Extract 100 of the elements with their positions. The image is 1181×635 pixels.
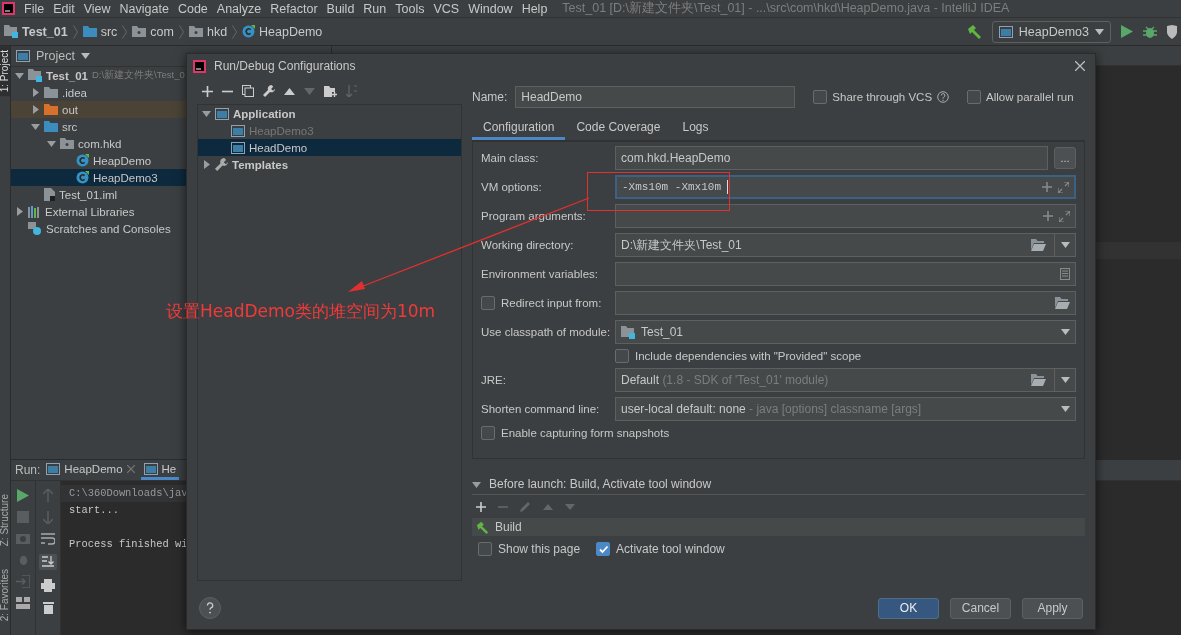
hammer-icon[interactable] bbox=[966, 24, 982, 39]
expand-arrow-icon[interactable] bbox=[31, 88, 40, 97]
input-field[interactable]: com.hkd.HeapDemo bbox=[615, 146, 1048, 170]
input-field[interactable] bbox=[615, 262, 1076, 286]
print-icon[interactable] bbox=[41, 579, 55, 592]
checkbox-label: Enable capturing form snapshots bbox=[501, 427, 670, 439]
dropdown-arrow-icon[interactable] bbox=[80, 53, 90, 59]
tree-row[interactable]: .idea bbox=[11, 84, 331, 101]
ok-button[interactable]: OK bbox=[878, 597, 939, 619]
checkbox[interactable] bbox=[596, 542, 611, 556]
dropdown-field[interactable]: Test_01 bbox=[615, 320, 1076, 344]
run-icon[interactable] bbox=[17, 489, 29, 502]
soft-wrap-icon[interactable] bbox=[41, 533, 55, 545]
folder-icon[interactable] bbox=[1031, 239, 1046, 251]
shield-icon[interactable] bbox=[1167, 24, 1177, 39]
collapse-arrow-icon[interactable] bbox=[15, 71, 24, 80]
breadcrumb[interactable]: src bbox=[82, 24, 118, 39]
menu-item[interactable]: Analyze bbox=[216, 1, 262, 16]
dropdown-field[interactable]: user-local default: none - java [options] classname [args] bbox=[615, 397, 1076, 421]
tab[interactable]: Code Coverage bbox=[565, 116, 672, 140]
trash-icon[interactable] bbox=[42, 601, 54, 614]
section-title[interactable]: Before launch: Build, Activate tool window bbox=[489, 477, 712, 491]
tree-row[interactable]: Scratches and Consoles bbox=[11, 220, 331, 237]
name-field[interactable]: HeadDemo bbox=[515, 86, 796, 108]
run-tab[interactable]: HeapDemo bbox=[43, 460, 138, 480]
expand-icon[interactable] bbox=[1059, 210, 1070, 222]
tree-row[interactable]: Test_01.iml bbox=[11, 186, 331, 203]
field-label: Environment variables: bbox=[481, 268, 599, 280]
task-row[interactable]: Build bbox=[472, 518, 1085, 536]
bug-icon[interactable] bbox=[1143, 24, 1157, 39]
copy-icon[interactable] bbox=[242, 85, 254, 97]
tree-row[interactable]: HeadDemo bbox=[198, 139, 461, 156]
folder-icon[interactable] bbox=[1055, 297, 1070, 309]
dropdown-arrow-icon[interactable] bbox=[1061, 377, 1070, 383]
annotation-text: 设置HeadDemo类的堆空间为10m bbox=[166, 300, 436, 323]
input-field[interactable]: -Xms10m -Xmx10m bbox=[615, 175, 1076, 199]
scroll-to-end-icon[interactable] bbox=[39, 554, 57, 570]
menu-item[interactable]: Tools bbox=[395, 1, 425, 16]
collapse-arrow-icon[interactable] bbox=[31, 122, 40, 131]
collapse-arrow-icon[interactable] bbox=[47, 139, 56, 148]
library-icon bbox=[28, 205, 41, 218]
breadcrumb[interactable]: hkd bbox=[188, 24, 228, 39]
dropdown-arrow-icon[interactable] bbox=[1061, 406, 1070, 412]
checkbox-label: Redirect input from: bbox=[501, 297, 602, 309]
package-icon bbox=[60, 138, 74, 149]
collapse-arrow-icon[interactable] bbox=[472, 479, 481, 489]
item-label: src bbox=[62, 120, 78, 133]
run-icon[interactable] bbox=[1121, 25, 1133, 38]
menu-item[interactable]: View bbox=[83, 1, 111, 16]
dialog-button[interactable]: Apply bbox=[1022, 597, 1083, 619]
tab[interactable]: Configuration bbox=[472, 116, 566, 140]
run-config-dropdown[interactable]: HeapDemo3 bbox=[991, 20, 1111, 43]
dropdown-arrow-icon[interactable] bbox=[1061, 242, 1070, 248]
document-icon[interactable] bbox=[1060, 268, 1070, 280]
expand-icon[interactable] bbox=[1058, 181, 1069, 193]
checkbox[interactable] bbox=[967, 90, 982, 104]
dialog-button[interactable]: Cancel bbox=[950, 597, 1011, 619]
tree-row[interactable]: External Libraries bbox=[11, 203, 331, 220]
folder-plus-icon[interactable] bbox=[324, 85, 337, 97]
dropdown-field[interactable]: D:\新建文件夹\Test_01 bbox=[615, 233, 1076, 257]
input-field[interactable] bbox=[615, 204, 1076, 228]
close-icon[interactable] bbox=[126, 464, 135, 473]
menu-item[interactable]: Refactor bbox=[270, 1, 318, 16]
checkbox[interactable] bbox=[813, 90, 828, 104]
plus-icon[interactable] bbox=[476, 501, 486, 512]
browse-button[interactable]: ... bbox=[1054, 147, 1076, 169]
layout-icon[interactable] bbox=[16, 597, 30, 609]
menu-item[interactable]: Edit bbox=[53, 1, 75, 16]
checkbox[interactable] bbox=[615, 349, 629, 363]
help-icon[interactable] bbox=[199, 597, 221, 619]
checkbox[interactable] bbox=[481, 296, 495, 310]
expand-arrow-icon[interactable] bbox=[202, 160, 211, 169]
chevron-icon bbox=[178, 24, 184, 39]
close-button[interactable] bbox=[1075, 61, 1085, 71]
menu-item[interactable]: Help bbox=[521, 1, 548, 16]
plus-icon[interactable] bbox=[202, 85, 213, 97]
help-icon[interactable] bbox=[937, 91, 950, 103]
breadcrumb[interactable]: com bbox=[132, 24, 174, 39]
tab[interactable]: Logs bbox=[671, 116, 720, 140]
wrench-icon[interactable] bbox=[263, 85, 275, 97]
checkbox[interactable] bbox=[481, 426, 495, 440]
dropdown-arrow-icon[interactable] bbox=[1061, 329, 1070, 335]
checkbox[interactable] bbox=[478, 542, 492, 556]
expand-arrow-icon[interactable] bbox=[15, 207, 24, 216]
expand-arrow-icon[interactable] bbox=[31, 105, 40, 114]
folder-icon[interactable] bbox=[1031, 374, 1046, 386]
breadcrumb[interactable]: Test_01 bbox=[4, 24, 68, 39]
menu-item[interactable]: VCS bbox=[433, 1, 460, 16]
menu-item[interactable]: Code bbox=[177, 1, 208, 16]
menu-item[interactable]: Run bbox=[363, 1, 387, 16]
panel-title[interactable]: Project bbox=[36, 49, 75, 63]
menu-item[interactable]: Navigate bbox=[119, 1, 169, 16]
menu-item[interactable]: Build bbox=[326, 1, 355, 16]
input-field[interactable] bbox=[615, 291, 1076, 315]
collapse-arrow-icon[interactable] bbox=[202, 109, 211, 118]
up-arrow-icon[interactable] bbox=[284, 87, 295, 95]
menu-item[interactable]: File bbox=[24, 1, 45, 16]
breadcrumb[interactable]: HeapDemo bbox=[242, 24, 323, 39]
dropdown-arrow-icon[interactable] bbox=[1095, 28, 1104, 35]
menu-item[interactable]: Window bbox=[468, 1, 513, 16]
